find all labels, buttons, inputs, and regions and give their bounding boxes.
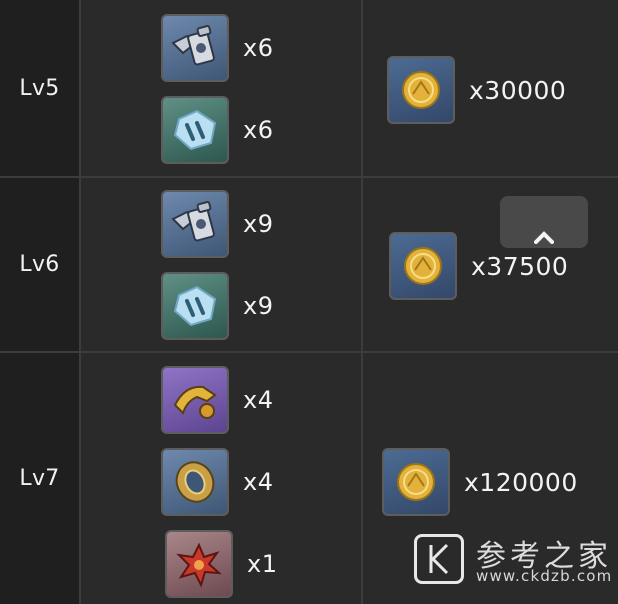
material-item: x6: [161, 14, 273, 82]
material-item: x1: [165, 530, 277, 598]
crystal-shard-icon: [161, 96, 229, 164]
material-quantity: x4: [243, 386, 274, 414]
material-quantity: x4: [243, 468, 274, 496]
scroll-up-button[interactable]: [500, 196, 588, 248]
golden-horn-icon: [161, 366, 229, 434]
cost-quantity: x30000: [469, 75, 567, 105]
mora-coin-icon: [389, 232, 457, 300]
level-cell: Lv5: [0, 0, 81, 176]
material-quantity: x9: [243, 210, 274, 238]
mora-coin-icon: [387, 56, 455, 124]
watermark-url: www.ckdzb.com: [476, 567, 613, 585]
watermark: 参考之家 www.ckdzb.com: [414, 531, 612, 591]
k-logo-icon: [429, 543, 449, 575]
material-item: x9: [161, 272, 273, 340]
materials-cell: x9 x9: [81, 178, 363, 351]
cost-quantity: x37500: [471, 251, 569, 281]
cost-quantity: x120000: [464, 467, 578, 497]
upgrade-cost-table: Lv5 x6 x6 x30000 Lv6 x9 x9 x37500 Lv7 x4…: [0, 0, 618, 604]
cost-cell: x30000: [363, 0, 618, 176]
material-quantity: x1: [247, 550, 278, 578]
materials-cell: x4 x4 x1: [81, 353, 363, 604]
gun-oil-icon: [161, 190, 229, 258]
level-label: Lv6: [19, 252, 60, 277]
level-cell: Lv6: [0, 178, 81, 351]
material-item: x4: [161, 366, 273, 434]
level-cell: Lv7: [0, 353, 81, 604]
mora-coin-icon: [382, 448, 450, 516]
red-flower-icon: [165, 530, 233, 598]
ornate-guard-icon: [161, 448, 229, 516]
material-quantity: x6: [243, 116, 274, 144]
material-item: x6: [161, 96, 273, 164]
material-item: x9: [161, 190, 273, 258]
level-label: Lv7: [19, 466, 60, 491]
material-quantity: x6: [243, 34, 274, 62]
material-item: x4: [161, 448, 273, 516]
cost-item: x30000: [387, 56, 566, 124]
material-quantity: x9: [243, 292, 274, 320]
level-label: Lv5: [19, 75, 60, 101]
cost-item: x120000: [382, 448, 578, 516]
table-row: Lv5 x6 x6 x30000: [0, 0, 618, 178]
crystal-shard-icon: [161, 272, 229, 340]
watermark-logo: [414, 534, 464, 584]
gun-oil-icon: [161, 14, 229, 82]
chevron-up-icon: [534, 231, 554, 244]
materials-cell: x6 x6: [81, 0, 363, 176]
